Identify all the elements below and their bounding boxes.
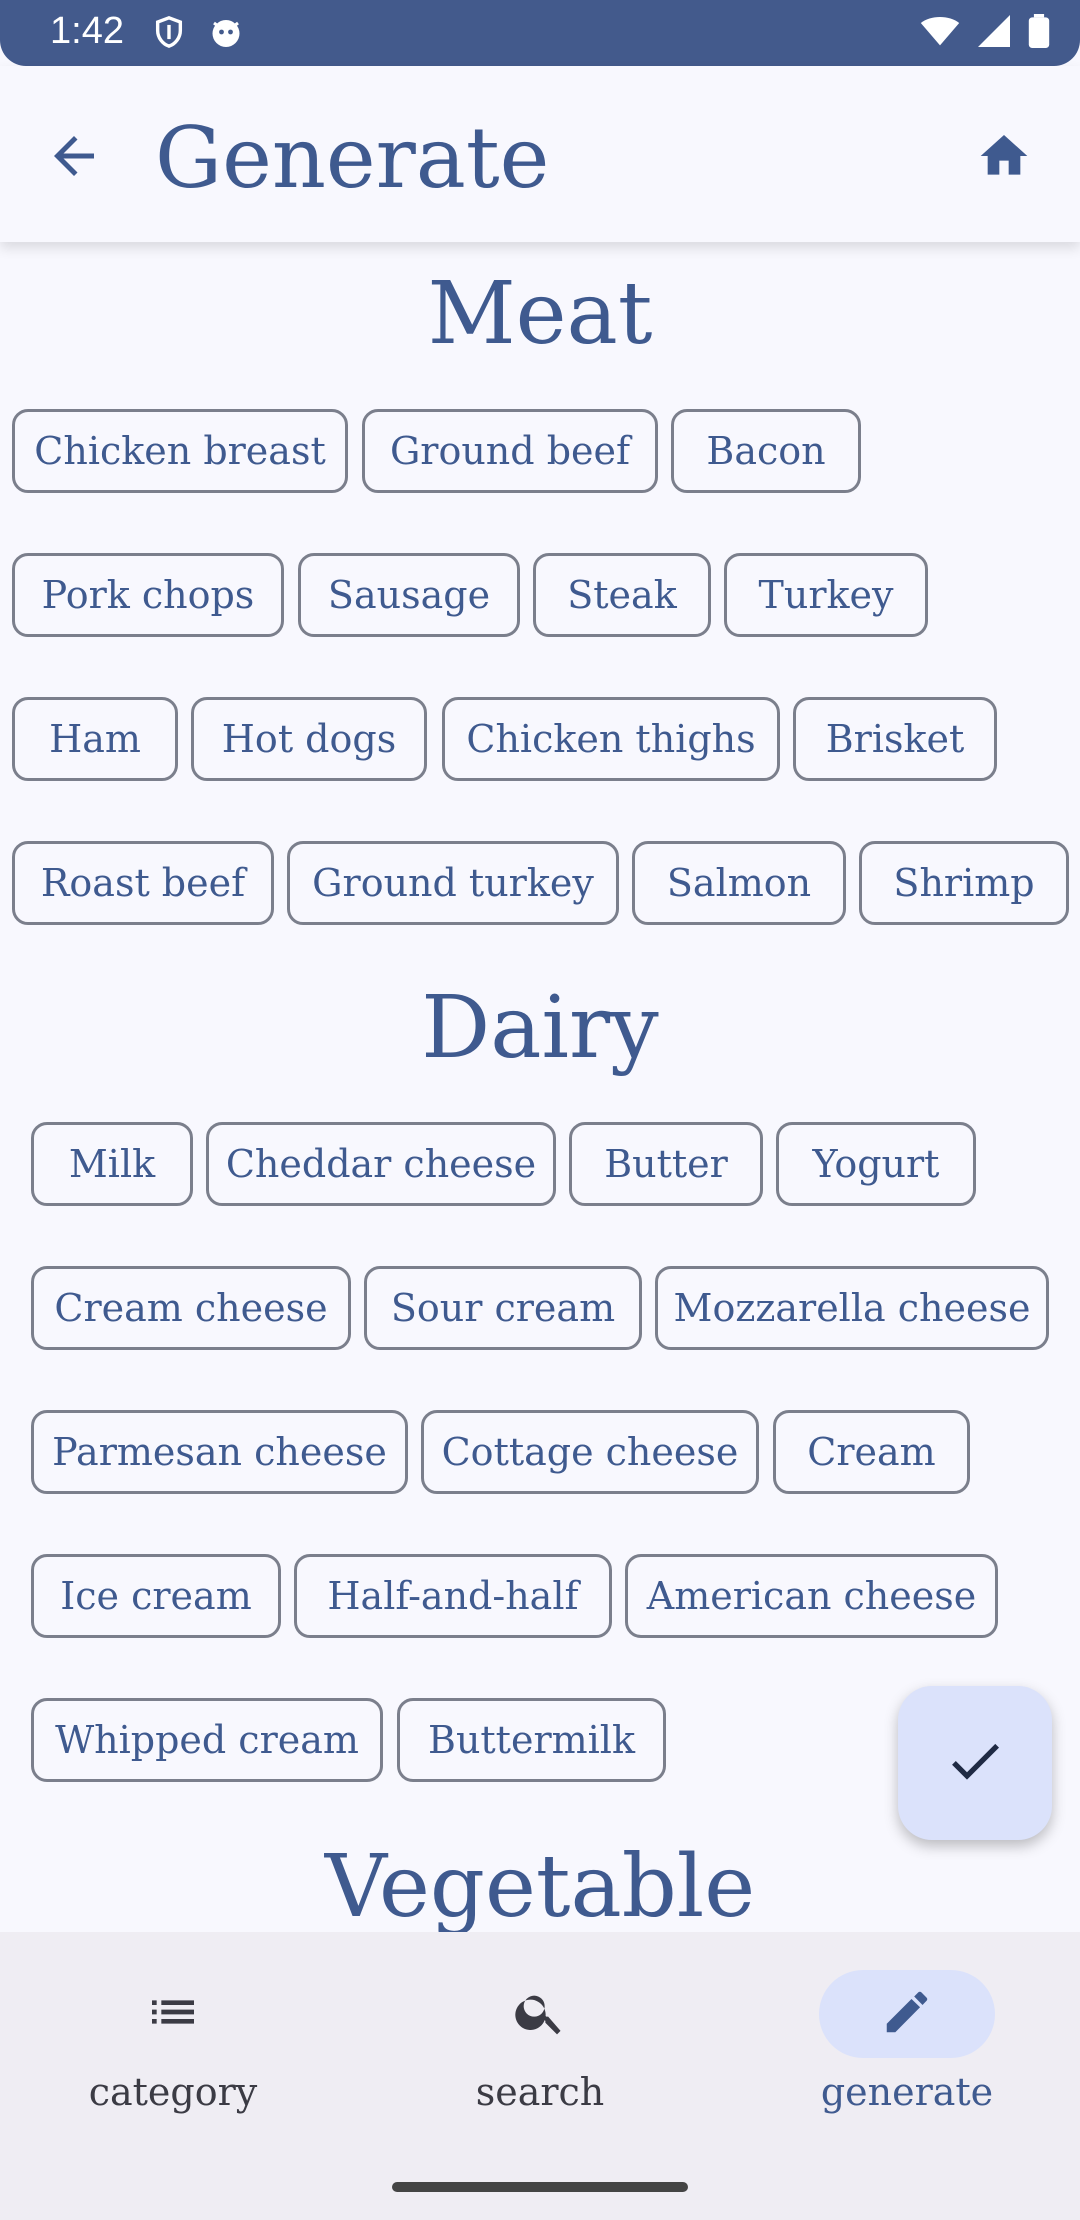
nav-active-indicator [819,1970,995,2058]
chip-milk[interactable]: Milk [31,1122,193,1206]
chip-salmon[interactable]: Salmon [632,841,846,925]
section-title-dairy: Dairy [421,978,659,1078]
signal-icon [978,15,1010,51]
shield-icon [152,14,186,54]
chip-sour-cream[interactable]: Sour cream [364,1266,642,1350]
chip-cream-cheese[interactable]: Cream cheese [31,1266,351,1350]
chip-pork-chops[interactable]: Pork chops [12,553,284,637]
home-indicator[interactable] [392,2182,688,2192]
check-icon [943,1729,1007,1797]
home-button[interactable] [976,128,1032,184]
nav-label-search: search [475,2070,605,2114]
chip-shrimp[interactable]: Shrimp [859,841,1069,925]
chip-bacon[interactable]: Bacon [671,409,861,493]
chip-chicken-breast[interactable]: Chicken breast [12,409,348,493]
chip-ice-cream[interactable]: Ice cream [31,1554,281,1638]
nav-label-category: category [88,2070,258,2114]
confirm-fab[interactable] [898,1686,1052,1840]
nav-icon-container [85,1970,261,2058]
back-button[interactable] [44,126,104,186]
wifi-icon [920,15,960,51]
page-title: Generate [155,109,550,207]
search-icon [512,1984,568,2044]
status-bar: 1:42 [0,0,1080,66]
chip-sausage[interactable]: Sausage [298,553,520,637]
chip-cheddar-cheese[interactable]: Cheddar cheese [206,1122,556,1206]
chip-american-cheese[interactable]: American cheese [625,1554,998,1638]
chip-mozzarella-cheese[interactable]: Mozzarella cheese [655,1266,1049,1350]
nav-label-generate: generate [820,2070,994,2114]
section-title-meat: Meat [427,264,653,364]
nav-item-generate[interactable]: generate [757,1970,1057,2140]
chip-brisket[interactable]: Brisket [793,697,997,781]
list-icon [145,1984,201,2044]
chip-cottage-cheese[interactable]: Cottage cheese [421,1410,759,1494]
chip-roast-beef[interactable]: Roast beef [12,841,274,925]
ingredient-list[interactable]: Meat Chicken breast Ground beef Bacon Po… [0,242,1080,1932]
nav-item-category[interactable]: category [23,1970,323,2140]
chip-chicken-thighs[interactable]: Chicken thighs [442,697,780,781]
chip-whipped-cream[interactable]: Whipped cream [31,1698,383,1782]
chip-half-and-half[interactable]: Half-and-half [294,1554,612,1638]
chip-ground-beef[interactable]: Ground beef [362,409,658,493]
home-icon [976,135,1032,188]
chip-turkey[interactable]: Turkey [724,553,928,637]
cat-face-icon [208,14,244,54]
nav-icon-container [452,1970,628,2058]
chip-butter[interactable]: Butter [569,1122,763,1206]
chip-parmesan-cheese[interactable]: Parmesan cheese [31,1410,408,1494]
chip-ground-turkey[interactable]: Ground turkey [287,841,619,925]
chip-steak[interactable]: Steak [533,553,711,637]
chip-ham[interactable]: Ham [12,697,178,781]
chip-cream[interactable]: Cream [773,1410,970,1494]
nav-item-search[interactable]: search [390,1970,690,2140]
arrow-back-icon [44,136,104,190]
battery-icon [1028,14,1050,52]
section-title-vegetable: Vegetable [324,1837,756,1932]
chip-hot-dogs[interactable]: Hot dogs [191,697,427,781]
top-app-bar: Generate [0,66,1080,242]
chip-buttermilk[interactable]: Buttermilk [397,1698,666,1782]
chip-yogurt[interactable]: Yogurt [776,1122,976,1206]
bottom-navigation: category search generate [0,1932,1080,2220]
edit-icon [880,1985,934,2043]
status-time: 1:42 [50,10,124,52]
